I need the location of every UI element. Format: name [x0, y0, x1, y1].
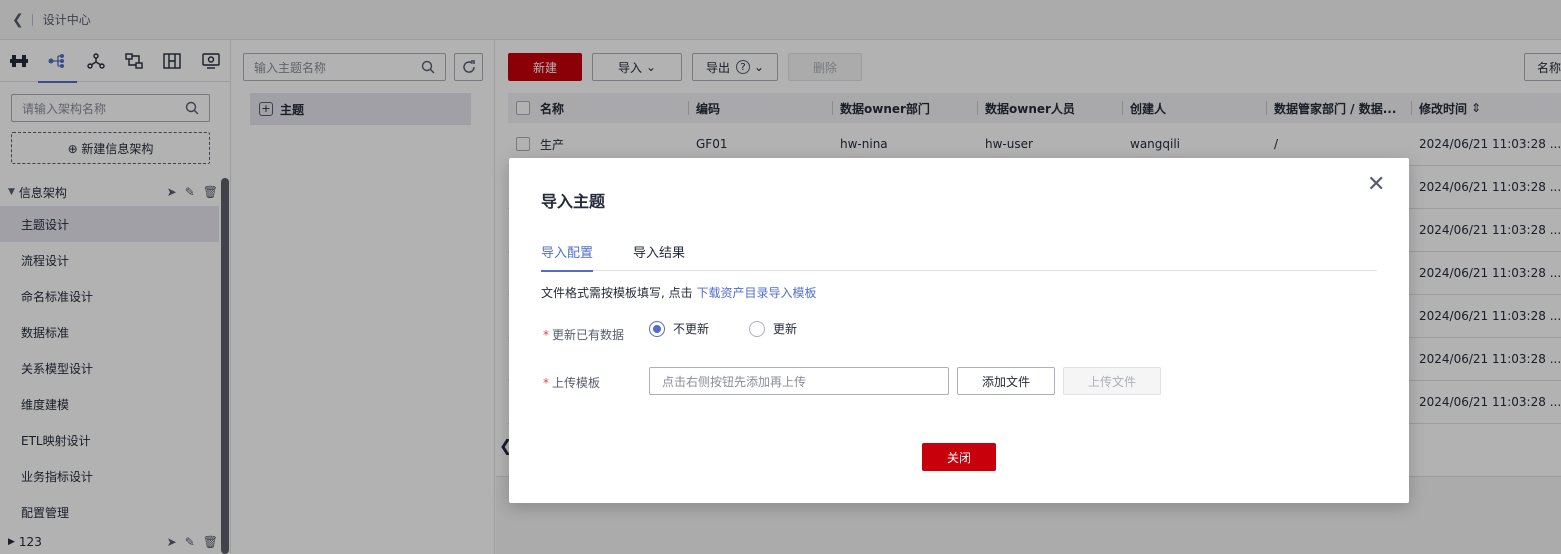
template-hint: 文件格式需按模板填写, 点击 下载资产目录导入模板 [541, 284, 816, 301]
upload-file-button[interactable]: 上传文件 [1063, 367, 1161, 395]
required-mark: * [543, 328, 549, 342]
close-button[interactable]: 关闭 [922, 443, 996, 471]
hint-text: 文件格式需按模板填写, 点击 [541, 286, 697, 300]
radio-update[interactable]: 更新 [749, 320, 797, 337]
update-existing-label: * 更新已有数据 [543, 328, 625, 342]
dialog-tabs: 导入配置 导入结果 [541, 242, 1377, 272]
tab-import-config[interactable]: 导入配置 [541, 242, 594, 272]
add-file-button[interactable]: 添加文件 [957, 367, 1055, 395]
required-mark: * [543, 376, 549, 390]
upload-file-input[interactable]: 点击右侧按钮先添加再上传 [649, 367, 949, 395]
download-template-link[interactable]: 下载资产目录导入模板 [696, 286, 816, 300]
radio-unchecked-icon[interactable] [749, 320, 766, 337]
update-radio-group: 不更新 更新 [649, 320, 797, 337]
dialog-title: 导入主题 [541, 192, 606, 211]
import-theme-dialog: 导入主题 ✕ 导入配置 导入结果 文件格式需按模板填写, 点击 下载资产目录导入… [509, 158, 1409, 503]
upload-template-label: * 上传模板 [543, 376, 601, 390]
tab-import-result[interactable]: 导入结果 [633, 242, 685, 271]
close-icon[interactable]: ✕ [1367, 174, 1385, 196]
radio-checked-icon[interactable] [649, 320, 665, 337]
radio-no-update[interactable]: 不更新 [649, 320, 709, 337]
